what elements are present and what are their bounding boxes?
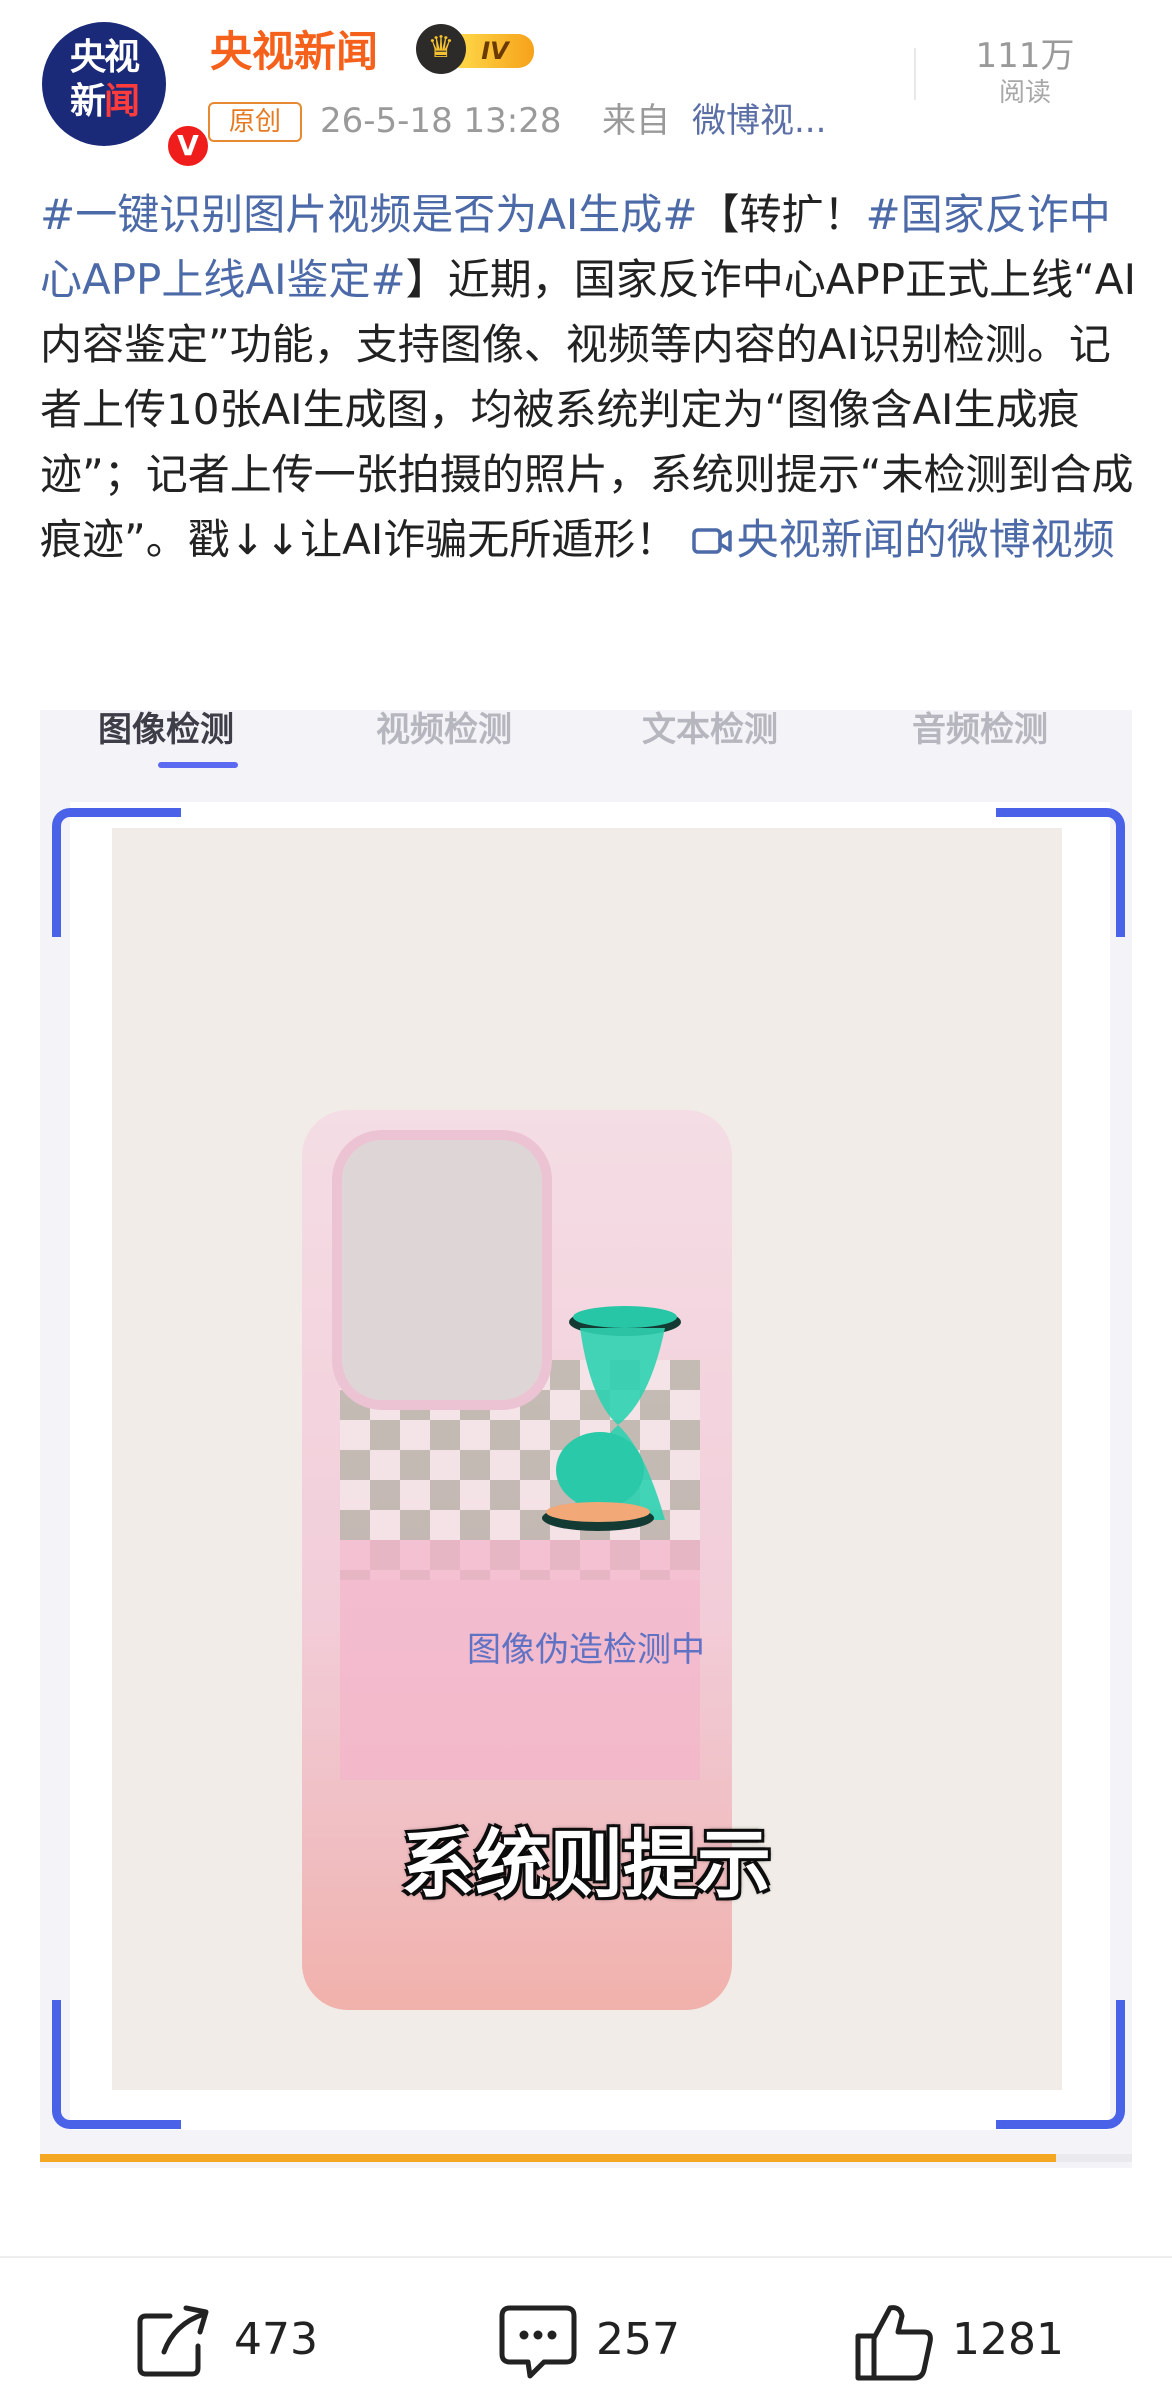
read-count: 111万 [975, 36, 1075, 76]
video-link[interactable]: 央视新闻的微博视频 [691, 515, 1115, 564]
avatar-logo-text: 央视 新闻 [69, 37, 140, 122]
video-link-label: 央视新闻的微博视频 [736, 515, 1115, 564]
tab-image-detect: 图像检测 [98, 710, 234, 750]
hashtag-link[interactable]: #一键识别图片视频是否为AI生成# [40, 190, 698, 239]
post-text: #一键识别图片视频是否为AI生成#【转扩！#国家反诈中心APP上线AI鉴定#】近… [40, 182, 1140, 572]
scan-bracket [996, 808, 1125, 937]
video-progress-fill [40, 2154, 1056, 2162]
share-icon [137, 2305, 209, 2377]
share-count: 473 [234, 2314, 318, 2365]
level-badge[interactable]: IV ♛ [416, 24, 536, 76]
scan-bracket [52, 808, 181, 937]
hourglass-icon [542, 1306, 681, 1531]
crown-icon: ♛ [416, 24, 466, 74]
post-timestamp: 26-5-18 13:28 [320, 101, 562, 141]
tab-audio-detect: 音频检测 [912, 710, 1048, 750]
video-link-icon [691, 528, 732, 554]
like-count: 1281 [952, 2314, 1064, 2365]
divider [0, 2256, 1172, 2258]
source-prefix: 来自 [602, 101, 670, 141]
original-badge: 原创 [208, 102, 302, 142]
detect-tabs: 图像检测 视频检测 文本检测 音频检测 [40, 710, 1132, 770]
scan-bracket [996, 2000, 1125, 2129]
tab-video-detect: 视频检测 [376, 710, 512, 750]
scan-bracket [52, 2000, 181, 2129]
tab-text-detect: 文本检测 [642, 710, 778, 750]
level-badge-label: IV [456, 34, 534, 68]
like-icon [855, 2305, 933, 2381]
source-link[interactable]: 微博视... [692, 98, 826, 144]
read-label: 阅读 [998, 78, 1051, 108]
video-player[interactable]: 图像检测 视频检测 文本检测 音频检测 图像伪造检测中 系统则提示 [40, 710, 1132, 2168]
divider [914, 48, 916, 100]
comment-count: 257 [596, 2314, 680, 2365]
avatar[interactable]: 央视 新闻 V [42, 22, 212, 170]
comment-icon [499, 2305, 577, 2379]
video-subtitle: 系统则提示 [401, 1822, 771, 1908]
verified-icon: V [164, 122, 212, 170]
tab-active-indicator [158, 762, 238, 768]
post-text-segment: 【转扩！ [697, 190, 866, 239]
video-progress-bar[interactable] [40, 2154, 1132, 2162]
detecting-status: 图像伪造检测中 [467, 1630, 705, 1670]
author-name[interactable]: 央视新闻 [210, 26, 378, 78]
